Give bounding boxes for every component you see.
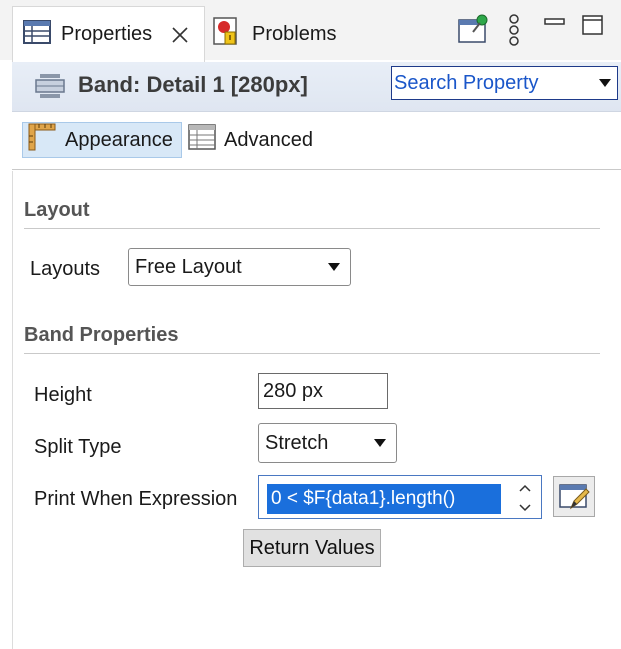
print-when-expression-value[interactable]: 0 < $F{data1}.length() (267, 484, 501, 514)
properties-table-icon (23, 19, 51, 50)
subtab-advanced[interactable]: Advanced (186, 122, 336, 158)
height-value: 280 px (263, 379, 324, 402)
view-tab-bar: Properties Problems (0, 0, 621, 62)
tab-properties-label: Properties (61, 23, 153, 45)
split-type-label: Split Type (34, 436, 122, 458)
subtab-appearance[interactable]: Appearance (22, 122, 182, 158)
height-field[interactable]: 280 px (258, 373, 388, 409)
section-divider (24, 353, 600, 354)
properties-header: Band: Detail 1 [280px] (12, 62, 621, 112)
maximize-icon[interactable] (582, 14, 604, 44)
view-menu-icon[interactable] (506, 14, 522, 46)
pencil-edit-icon (559, 482, 591, 517)
problems-icon (212, 16, 242, 52)
ruler-icon (27, 122, 57, 158)
chevron-down-icon[interactable] (599, 79, 611, 87)
subtab-appearance-label: Appearance (65, 128, 173, 151)
split-type-value: Stretch (265, 431, 329, 454)
height-label: Height (34, 384, 92, 406)
search-input[interactable] (392, 71, 587, 95)
page-title: Band: Detail 1 [280px] (78, 72, 308, 97)
layouts-value: Free Layout (135, 255, 242, 278)
close-icon[interactable] (169, 24, 191, 46)
edit-expression-button[interactable] (553, 476, 595, 517)
layouts-combo[interactable]: Free Layout (128, 248, 351, 286)
section-title-layout: Layout (24, 199, 90, 221)
tab-properties[interactable]: Properties (12, 6, 205, 62)
split-type-combo[interactable]: Stretch (258, 423, 397, 463)
section-divider (24, 228, 600, 229)
print-when-expression-field[interactable]: 0 < $F{data1}.length() (258, 475, 542, 519)
tab-problems[interactable]: Problems (212, 6, 362, 62)
layouts-label: Layouts (30, 258, 101, 280)
band-icon (34, 71, 66, 106)
chevron-down-icon (374, 439, 386, 447)
section-title-band-properties: Band Properties (24, 324, 179, 346)
chevron-down-icon (328, 263, 340, 271)
properties-content: Layout Layouts Free Layout Band Properti… (12, 171, 621, 649)
search-property-combo[interactable] (391, 66, 618, 100)
minimize-icon[interactable] (544, 14, 566, 44)
table-icon (188, 124, 216, 156)
subtab-advanced-label: Advanced (224, 128, 313, 151)
return-values-button[interactable]: Return Values (243, 529, 381, 567)
spinner-icon[interactable] (517, 480, 533, 516)
print-when-expression-label: Print When Expression (34, 488, 238, 510)
pin-view-icon[interactable] (458, 14, 490, 44)
property-subtabs: Appearance Advanced (12, 114, 621, 170)
tab-problems-label: Problems (252, 22, 337, 45)
